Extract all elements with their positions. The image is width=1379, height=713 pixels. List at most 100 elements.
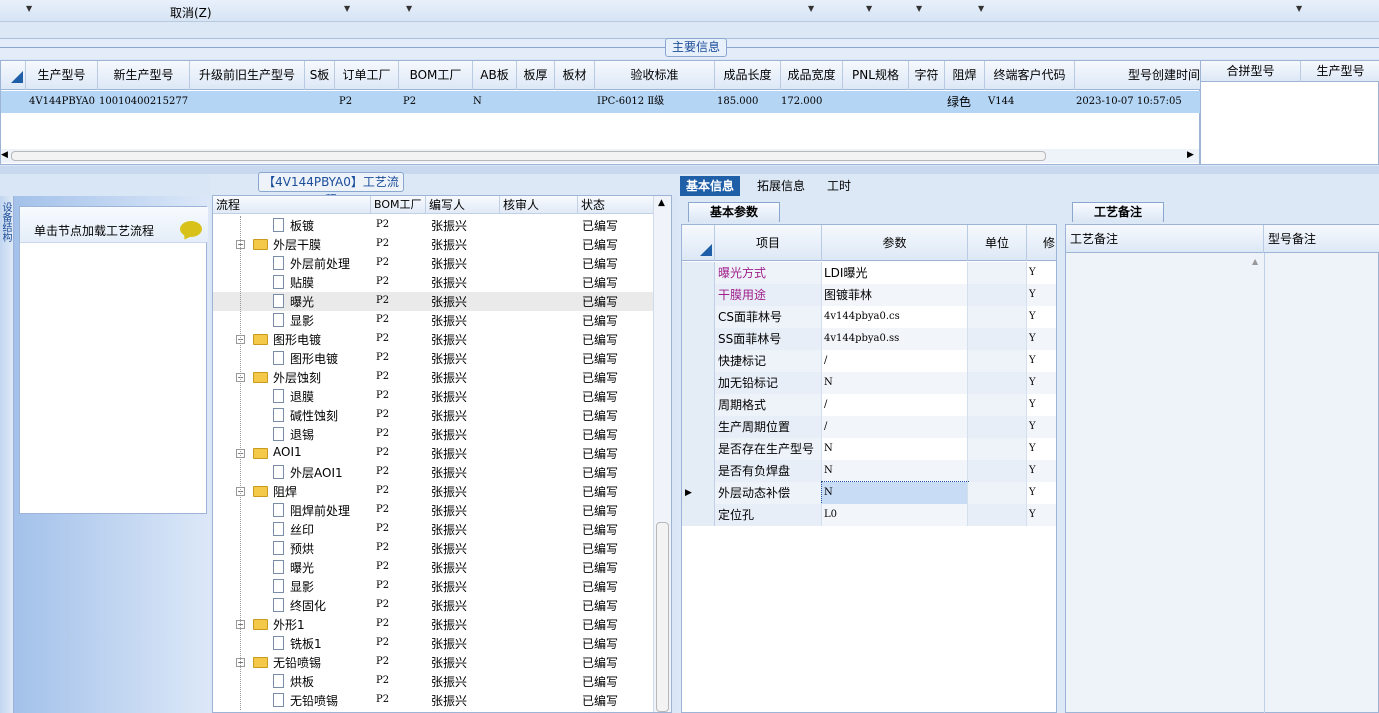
tree-row[interactable]: 板镀 P2 张振兴 已编写 <box>213 216 659 235</box>
param-value-cell[interactable]: L0 <box>822 504 968 526</box>
dropdown-arrow-icon[interactable]: ▼ <box>406 4 412 13</box>
tree-row[interactable]: 显影 P2 张振兴 已编写 <box>213 577 659 596</box>
scroll-up-icon[interactable]: ▲ <box>658 198 665 208</box>
param-value-cell[interactable]: N <box>822 372 968 394</box>
tree-row[interactable]: 阻焊前处理 P2 张振兴 已编写 <box>213 501 659 520</box>
tree-row[interactable]: 图形电镀 P2 张振兴 已编写 <box>213 349 659 368</box>
param-unit-cell[interactable] <box>968 416 1027 438</box>
param-row[interactable]: 快捷标记 / Y <box>682 350 1056 372</box>
param-flag-cell[interactable]: Y <box>1027 328 1056 350</box>
tree-row[interactable]: − 图形电镀 P2 张振兴 已编写 <box>213 330 659 349</box>
col-created-time[interactable]: 型号创建时间 <box>1075 61 1201 90</box>
scroll-right-icon[interactable]: ▶ <box>1187 150 1194 160</box>
tree-row[interactable]: 曝光 P2 张振兴 已编写 <box>213 292 659 311</box>
tree-row[interactable]: − AOI1 P2 张振兴 已编写 <box>213 444 659 463</box>
col-item[interactable]: 项目 <box>715 225 822 261</box>
col-bom-factory[interactable]: BOM工厂 <box>371 196 426 214</box>
col-width[interactable]: 成品宽度 <box>781 61 843 90</box>
tree-row[interactable]: 铣板1 P2 张振兴 已编写 <box>213 634 659 653</box>
col-process-remark[interactable]: 工艺备注 <box>1066 225 1264 253</box>
param-unit-cell[interactable] <box>968 284 1027 306</box>
param-row[interactable]: 定位孔 L0 Y <box>682 504 1056 526</box>
tab-basic-params[interactable]: 基本参数 <box>688 202 780 222</box>
param-flag-cell[interactable]: Y <box>1027 284 1056 306</box>
col-merge-prod-model[interactable]: 生产型号 <box>1301 61 1379 82</box>
dropdown-arrow-icon[interactable]: ▼ <box>866 4 872 13</box>
param-row[interactable]: 曝光方式 LDI曝光 Y <box>682 262 1056 284</box>
param-unit-cell[interactable] <box>968 504 1027 526</box>
param-row[interactable]: 是否有负焊盘 N Y <box>682 460 1056 482</box>
param-unit-cell[interactable] <box>968 350 1027 372</box>
tab-work-hours[interactable]: 工时 <box>821 176 857 196</box>
param-value-cell[interactable]: N <box>821 481 969 505</box>
param-row[interactable]: CS面菲林号 4v144pbya0.cs Y <box>682 306 1056 328</box>
dropdown-arrow-icon[interactable]: ▼ <box>978 4 984 13</box>
row-indicator[interactable] <box>682 504 715 526</box>
dropdown-arrow-icon[interactable]: ▼ <box>1296 4 1302 13</box>
tree-row[interactable]: − 外层干膜 P2 张振兴 已编写 <box>213 235 659 254</box>
scroll-left-icon[interactable]: ◀ <box>1 150 8 160</box>
col-status[interactable]: 状态 <box>578 196 653 214</box>
param-value-cell[interactable]: 4v144pbya0.ss <box>822 328 968 350</box>
param-value-cell[interactable]: N <box>822 460 968 482</box>
tree-row[interactable]: − 阻焊 P2 张振兴 已编写 <box>213 482 659 501</box>
col-author[interactable]: 编写人 <box>426 196 500 214</box>
col-pnl-spec[interactable]: PNL规格 <box>843 61 909 90</box>
param-row[interactable]: 干膜用途 图镀菲林 Y <box>682 284 1056 306</box>
param-flag-cell[interactable]: Y <box>1027 416 1056 438</box>
param-flag-cell[interactable]: Y <box>1027 504 1056 526</box>
merge-model-grid[interactable]: 合拼型号 生产型号 <box>1200 60 1379 165</box>
param-row[interactable]: SS面菲林号 4v144pbya0.ss Y <box>682 328 1056 350</box>
param-value-cell[interactable]: N <box>822 438 968 460</box>
row-indicator[interactable] <box>682 328 715 350</box>
basic-params-grid[interactable]: 项目 参数 单位 修 曝光方式 LDI曝光 Y 干膜用途 图镀菲林 Y CS面菲林号 4v14… <box>681 224 1057 713</box>
col-reviewer[interactable]: 核审人 <box>500 196 578 214</box>
param-row[interactable]: 是否存在生产型号 N Y <box>682 438 1056 460</box>
col-order-factory[interactable]: 订单工厂 <box>335 61 399 90</box>
param-unit-cell[interactable] <box>968 372 1027 394</box>
param-value-cell[interactable]: 4v144pbya0.cs <box>822 306 968 328</box>
tree-row[interactable]: − 外形1 P2 张振兴 已编写 <box>213 615 659 634</box>
tree-row[interactable]: − 外层蚀刻 P2 张振兴 已编写 <box>213 368 659 387</box>
param-unit-cell[interactable] <box>968 394 1027 416</box>
row-indicator[interactable] <box>682 460 715 482</box>
row-indicator[interactable] <box>682 262 715 284</box>
param-flag-cell[interactable]: Y <box>1027 394 1056 416</box>
tree-row[interactable]: 退膜 P2 张振兴 已编写 <box>213 387 659 406</box>
process-tree[interactable]: 流程 BOM工厂 编写人 核审人 状态 板镀 P2 张振兴 已编写 − 外层干膜 P2 张振兴… <box>212 195 672 713</box>
tree-row[interactable]: 烘板 P2 张振兴 已编写 <box>213 672 659 691</box>
horizontal-scrollbar[interactable]: ◀ ▶ <box>1 149 1199 163</box>
param-value-cell[interactable]: / <box>822 416 968 438</box>
col-thickness[interactable]: 板厚 <box>517 61 555 90</box>
param-flag-cell[interactable]: Y <box>1027 306 1056 328</box>
tree-row[interactable]: 无铅喷锡 P2 张振兴 已编写 <box>213 691 659 710</box>
row-indicator[interactable] <box>682 394 715 416</box>
param-unit-cell[interactable] <box>968 460 1027 482</box>
scroll-up-icon[interactable]: ▲ <box>1252 257 1258 266</box>
col-model-remark[interactable]: 型号备注 <box>1264 225 1379 253</box>
tree-row[interactable]: 显影 P2 张振兴 已编写 <box>213 311 659 330</box>
col-s-board[interactable]: S板 <box>305 61 335 90</box>
param-value-cell[interactable]: / <box>822 394 968 416</box>
param-flag-cell[interactable]: Y <box>1027 460 1056 482</box>
horizontal-splitter[interactable] <box>0 166 1379 174</box>
param-flag-cell[interactable]: Y <box>1027 262 1056 284</box>
remark-grid[interactable]: 工艺备注 型号备注 ▲ <box>1065 224 1379 713</box>
tree-row[interactable]: − 无铅喷锡 P2 张振兴 已编写 <box>213 653 659 672</box>
dropdown-arrow-icon[interactable]: ▼ <box>26 4 32 13</box>
tree-row[interactable]: 终固化 P2 张振兴 已编写 <box>213 596 659 615</box>
param-unit-cell[interactable] <box>968 306 1027 328</box>
dropdown-arrow-icon[interactable]: ▼ <box>344 4 350 13</box>
col-length[interactable]: 成品长度 <box>715 61 781 90</box>
col-prod-model[interactable]: 生产型号 <box>26 61 98 90</box>
param-value-cell[interactable]: 图镀菲林 <box>822 284 968 306</box>
param-flag-cell[interactable]: Y <box>1027 482 1056 504</box>
tree-row[interactable]: 贴膜 P2 张振兴 已编写 <box>213 273 659 292</box>
tab-process-remark[interactable]: 工艺备注 <box>1072 202 1164 222</box>
load-box[interactable]: 单击节点加载工艺流程 <box>19 206 208 514</box>
col-modify[interactable]: 修 <box>1027 225 1056 261</box>
param-flag-cell[interactable]: Y <box>1027 350 1056 372</box>
param-row[interactable]: 生产周期位置 / Y <box>682 416 1056 438</box>
tree-row[interactable]: 预烘 P2 张振兴 已编写 <box>213 539 659 558</box>
row-indicator[interactable]: ▶ <box>682 482 715 504</box>
